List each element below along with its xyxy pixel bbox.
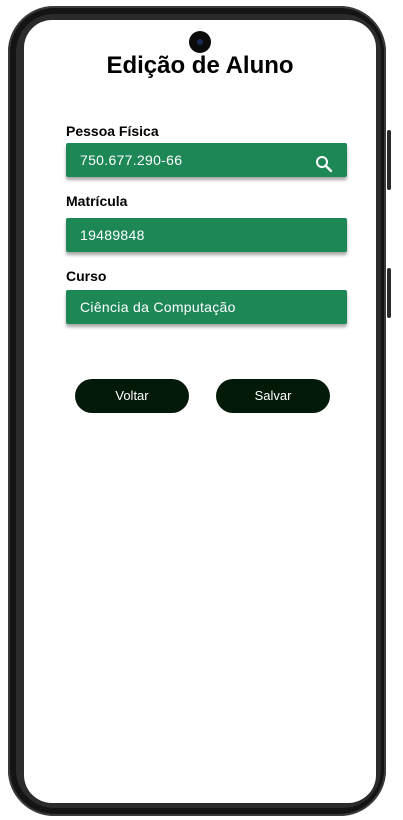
curso-label: Curso	[66, 268, 107, 284]
app-screen: Edição de Aluno Pessoa Física 750.677.29…	[24, 20, 376, 803]
page-title: Edição de Aluno	[106, 52, 294, 79]
save-button[interactable]: Salvar	[216, 379, 330, 413]
curso-field[interactable]: Ciência da Computação	[66, 290, 347, 324]
matricula-value: 19489848	[80, 227, 145, 243]
cpf-value: 750.677.290-66	[80, 152, 183, 168]
search-icon[interactable]	[315, 151, 333, 173]
matricula-field[interactable]: 19489848	[66, 218, 347, 252]
back-button[interactable]: Voltar	[75, 379, 189, 413]
power-button	[387, 268, 391, 318]
curso-value: Ciência da Computação	[80, 299, 236, 315]
volume-button	[387, 130, 391, 190]
matricula-label: Matrícula	[66, 193, 128, 209]
cpf-field[interactable]: 750.677.290-66	[66, 143, 347, 177]
front-camera	[189, 31, 211, 53]
cpf-label: Pessoa Física	[66, 123, 159, 139]
